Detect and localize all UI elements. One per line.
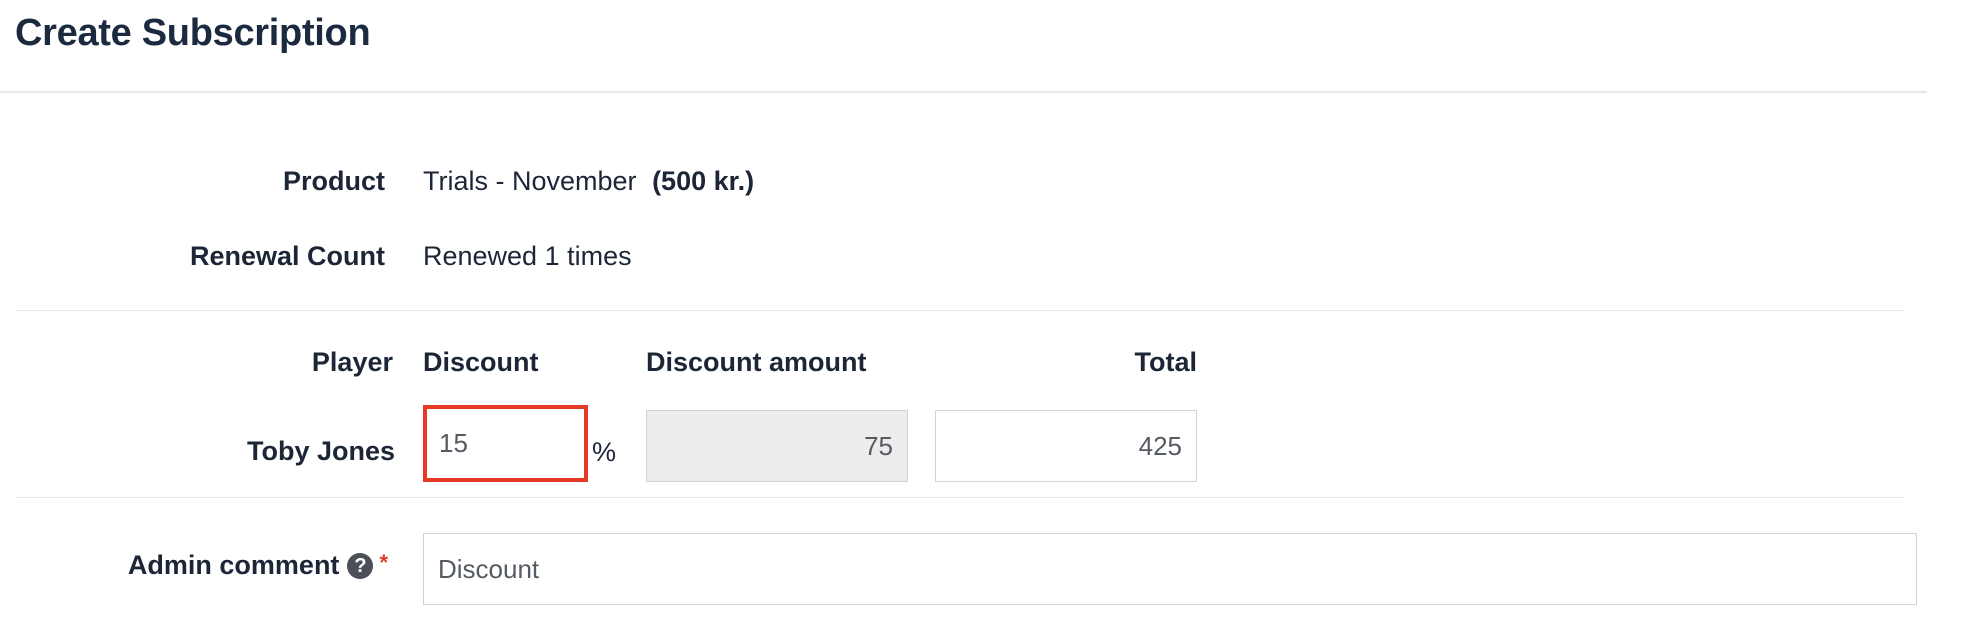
discount-percent-unit: % xyxy=(592,437,617,467)
page-title: Create Subscription xyxy=(15,12,371,54)
required-asterisk: * xyxy=(379,550,388,575)
discount-amount-field xyxy=(646,410,908,482)
section-divider xyxy=(15,310,1905,311)
admin-comment-input[interactable] xyxy=(423,533,1917,605)
discount-column-header: Discount xyxy=(423,347,539,377)
discount-input[interactable] xyxy=(423,405,588,482)
product-price: (500 kr.) xyxy=(652,166,755,196)
admin-comment-label-text: Admin comment xyxy=(127,550,340,580)
total-column-header: Total xyxy=(1134,347,1198,377)
player-column-header: Player xyxy=(311,347,393,377)
total-input[interactable] xyxy=(935,410,1197,482)
product-label: Product xyxy=(282,166,385,196)
renewal-count-label: Renewal Count xyxy=(189,241,385,271)
product-value: Trials - November (500 kr.) xyxy=(423,166,754,197)
title-divider xyxy=(0,91,1927,93)
question-circle-icon[interactable]: ? xyxy=(347,553,374,579)
product-name: Trials - November xyxy=(423,166,637,196)
admin-comment-label: Admin comment? * xyxy=(128,550,388,581)
player-name: Toby Jones xyxy=(246,436,395,466)
renewal-count-value: Renewed 1 times xyxy=(423,241,632,271)
row-divider xyxy=(15,497,1905,498)
discount-amount-column-header: Discount amount xyxy=(646,347,867,377)
